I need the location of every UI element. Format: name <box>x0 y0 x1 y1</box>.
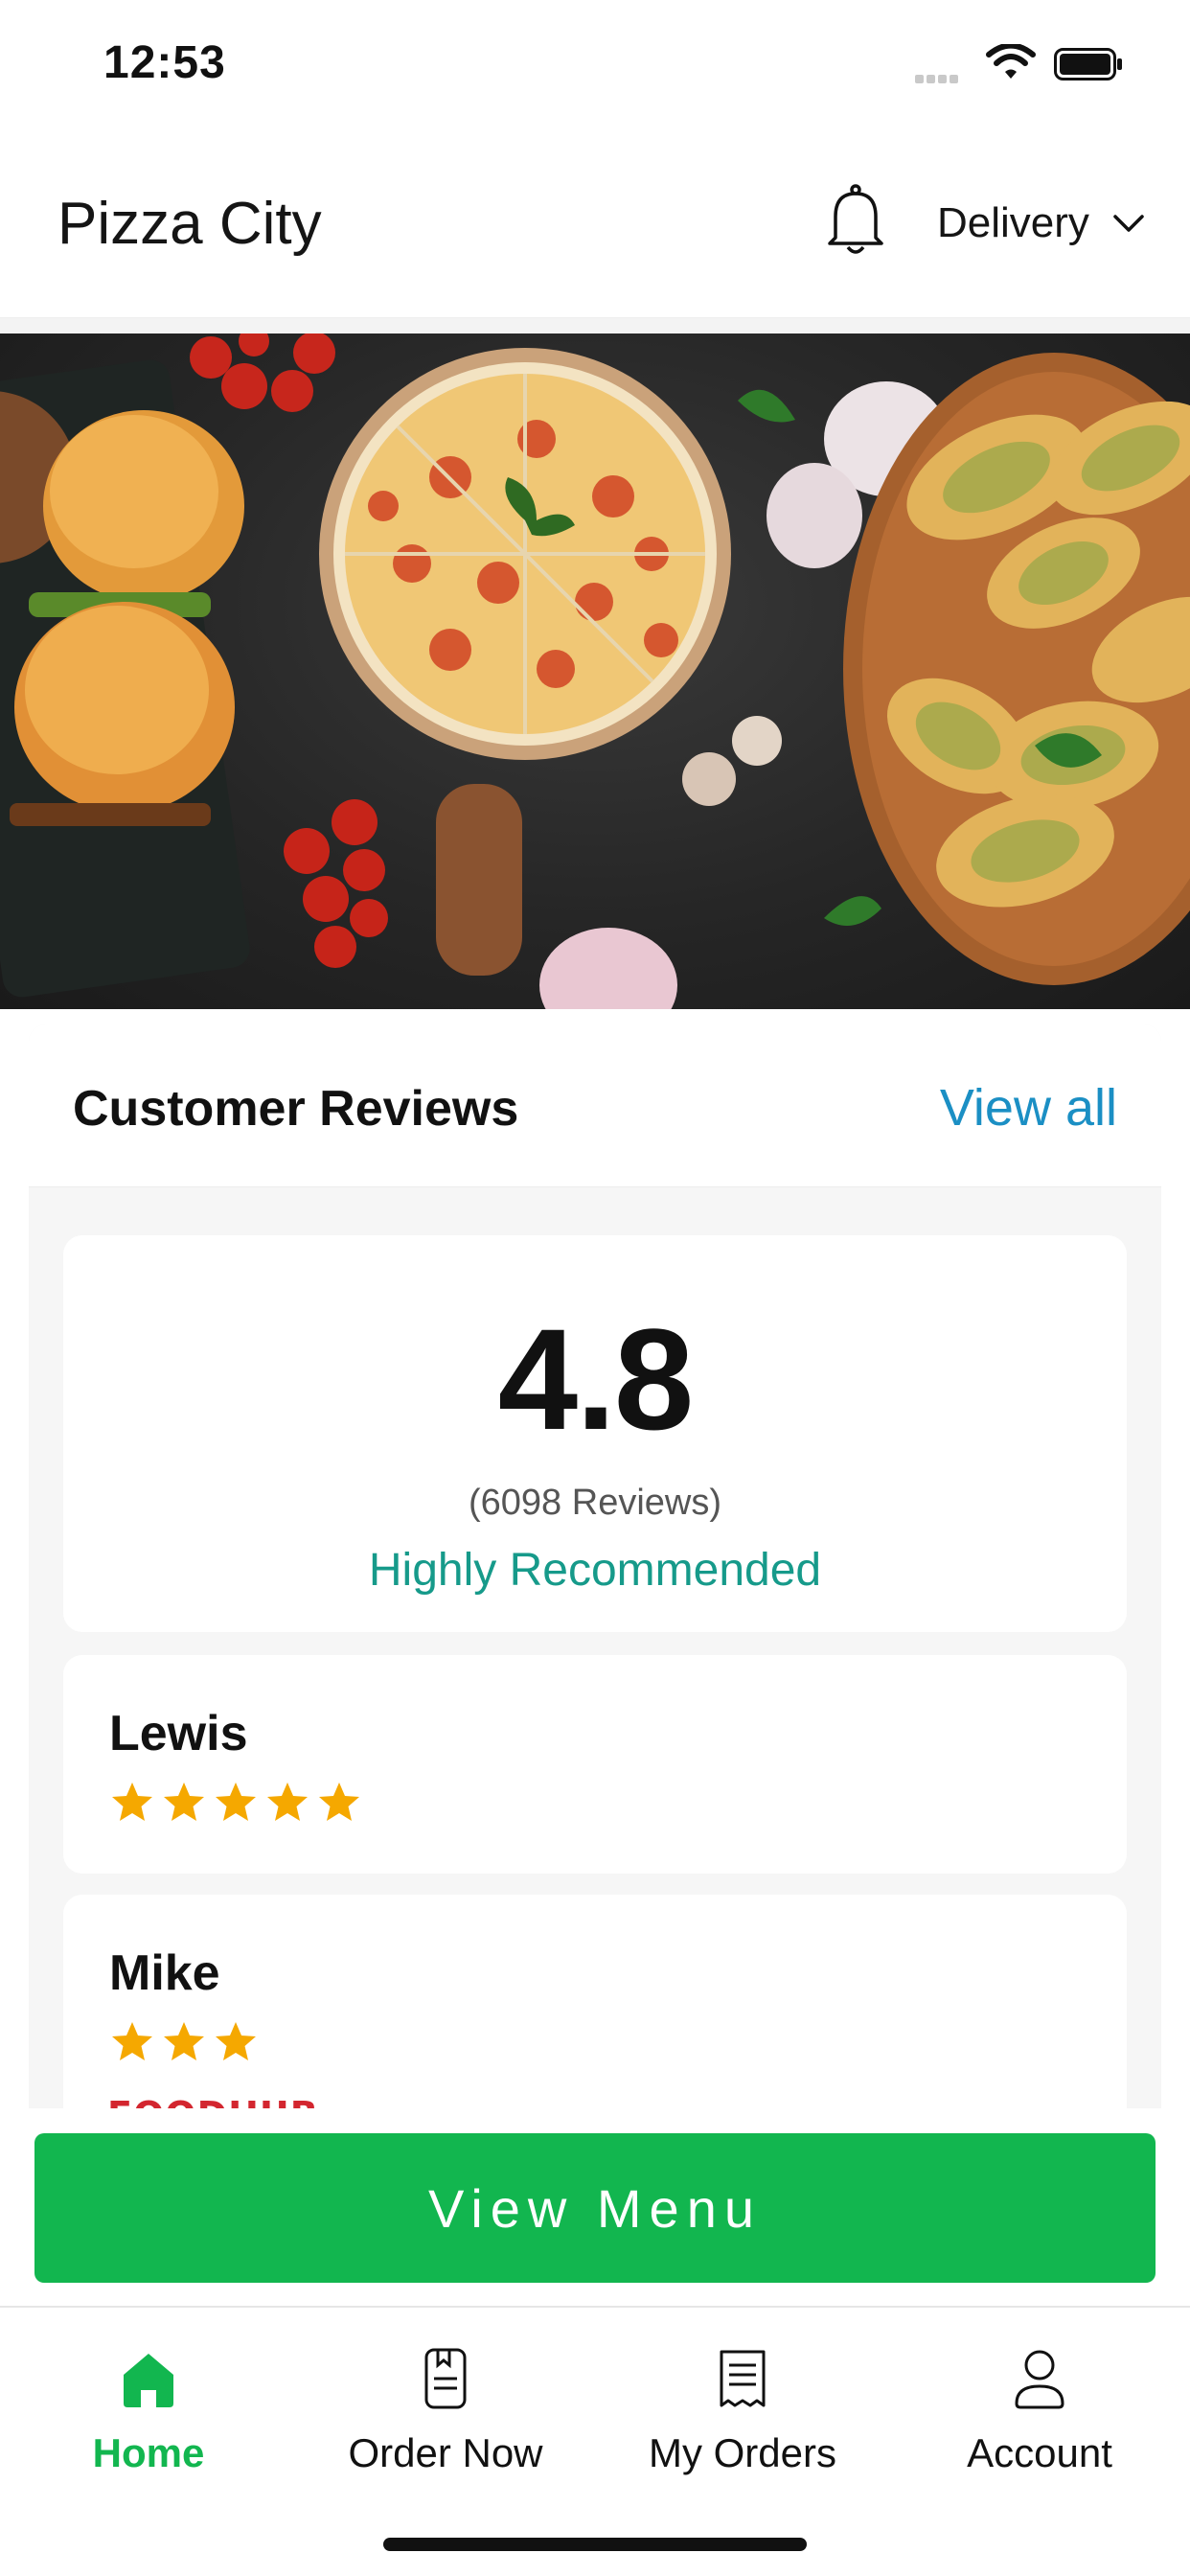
header-divider <box>0 318 1190 334</box>
star-icon <box>164 1782 204 1821</box>
reviews-section: Customer Reviews View all 4.8 (6098 Revi… <box>0 1009 1190 2108</box>
star-icon <box>319 1782 359 1821</box>
review-item[interactable]: Lewis <box>63 1655 1127 1874</box>
reviews-card: Customer Reviews View all 4.8 (6098 Revi… <box>29 1024 1161 2108</box>
cellular-signal-icon <box>915 71 961 88</box>
status-time: 12:53 <box>103 37 226 88</box>
bell-icon[interactable] <box>822 182 889 259</box>
reviews-title: Customer Reviews <box>73 1081 519 1137</box>
status-bar: 12:53 <box>0 0 1190 126</box>
tab-label: Account <box>967 2430 1112 2475</box>
app-header: Pizza City Delivery <box>0 126 1190 318</box>
tab-label: Home <box>92 2430 205 2475</box>
review-count: (6098 Reviews) <box>469 1483 721 1523</box>
page-title: Pizza City <box>57 191 322 257</box>
battery-icon <box>1054 48 1122 80</box>
foodhub-logo: FOODHUB <box>107 2094 319 2108</box>
chevron-down-icon <box>1113 215 1144 232</box>
bottom-tab-bar: Home Order Now My Orders Account <box>0 2308 1190 2576</box>
view-all-link[interactable]: View all <box>940 1078 1117 1138</box>
star-rating <box>109 2019 259 2065</box>
reviewer-name: Lewis <box>109 1706 248 1761</box>
tab-account[interactable]: Account <box>891 2346 1188 2476</box>
star-icon <box>216 2022 256 2060</box>
burger-image <box>0 391 244 826</box>
star-icon <box>112 1782 152 1821</box>
user-icon <box>1015 2350 1064 2409</box>
reviewer-name: Mike <box>109 1945 220 2001</box>
hero-food-image <box>0 334 1190 1009</box>
star-icon <box>267 1782 308 1821</box>
star-icon <box>112 2022 152 2060</box>
delivery-mode-label: Delivery <box>937 199 1089 246</box>
star-icon <box>164 2022 204 2060</box>
home-icon <box>124 2354 173 2407</box>
home-indicator <box>383 2538 807 2551</box>
review-item[interactable]: Mike FOODHUB <box>63 1895 1127 2108</box>
tab-home[interactable]: Home <box>0 2346 297 2476</box>
delivery-mode-selector[interactable]: Delivery <box>937 199 1145 247</box>
receipt-icon <box>720 2350 766 2407</box>
reviews-header: Customer Reviews View all <box>29 1024 1161 1187</box>
tab-my-orders[interactable]: My Orders <box>594 2346 891 2476</box>
tab-label: Order Now <box>348 2430 543 2475</box>
order-book-icon <box>424 2348 467 2409</box>
star-rating <box>109 1780 362 1826</box>
rating-value: 4.8 <box>497 1299 695 1460</box>
overall-rating-card: 4.8 (6098 Reviews) Highly Recommended <box>63 1235 1127 1632</box>
tab-label: My Orders <box>648 2430 836 2475</box>
rating-label: Highly Recommended <box>368 1545 822 1596</box>
star-icon <box>216 1782 256 1821</box>
cta-area: View Menu <box>0 2108 1190 2308</box>
wifi-icon <box>986 44 1036 79</box>
view-menu-button[interactable]: View Menu <box>34 2133 1156 2283</box>
tab-order-now[interactable]: Order Now <box>297 2346 594 2476</box>
